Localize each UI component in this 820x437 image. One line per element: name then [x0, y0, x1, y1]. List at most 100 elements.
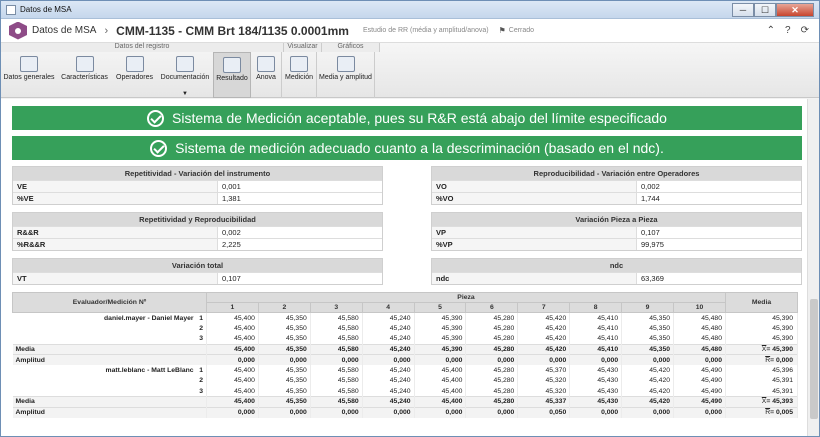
metric-row: ndc 63,369: [432, 272, 801, 284]
metric-value: 0,001: [222, 182, 241, 191]
row-media: 45,390: [725, 323, 798, 334]
amp-cell: 0,050: [517, 406, 571, 418]
media-row: Media 45,400 45,350 45,580 45,240 45,390 45,28…: [12, 343, 798, 355]
measurement-cell: 45,240: [362, 365, 415, 376]
trial-label: 2: [12, 375, 207, 386]
measurement-cell: 45,400: [206, 375, 259, 386]
media-cell: 45,480: [673, 343, 726, 355]
media-label: Media: [12, 396, 207, 407]
amp-cell: 0,000: [569, 406, 623, 418]
toolbar-chart-button[interactable]: Media y amplitud: [317, 52, 375, 98]
metric-box: Repetitividad - Variación del instrument…: [12, 166, 383, 205]
piece-number: 7: [517, 302, 571, 313]
trial-number: 2: [199, 377, 203, 385]
toolbar-item-label: Anova: [256, 74, 276, 81]
measurement-cell: 45,390: [414, 312, 467, 323]
toolbar-item-label: Operadores: [116, 74, 153, 81]
piece-number: 9: [621, 302, 675, 313]
metric-value: 63,369: [641, 274, 664, 283]
measurements-table: Evaluador/Medición Nº Pieza Media 123456…: [12, 292, 798, 418]
measurement-cell: 45,410: [569, 312, 623, 323]
table-row: 3 45,400 45,350 45,580 45,240 45,400 45,280 45,…: [12, 386, 798, 397]
toolbar-sigma-button[interactable]: Anova: [251, 52, 282, 98]
amp-summary: R= 0,000: [725, 354, 798, 365]
amp-cell: 0,000: [258, 354, 311, 365]
media-cell: 45,420: [621, 396, 675, 407]
amp-cell: 0,000: [414, 406, 467, 418]
table-row: 2 45,400 45,350 45,580 45,240 45,400 45,280 45,…: [12, 375, 798, 386]
measurement-cell: 45,350: [621, 323, 675, 334]
collapse-icon[interactable]: ⌃: [767, 25, 775, 36]
metric-value: 0,002: [641, 182, 660, 191]
amp-cell: 0,000: [569, 354, 623, 365]
toolbar-users-button[interactable]: Operadores: [112, 52, 157, 98]
media-summary: X= 45,390: [725, 343, 798, 355]
measurement-cell: 45,350: [621, 312, 675, 323]
measurement-cell: 45,400: [414, 365, 467, 376]
maximize-button[interactable]: ☐: [754, 2, 776, 17]
toolbar-folder-button[interactable]: Documentación ▼: [157, 52, 213, 98]
toolbar-clipboard-button[interactable]: Resultado: [213, 52, 251, 98]
row-media: 45,391: [725, 375, 798, 386]
window-icon: [20, 56, 38, 72]
toolbar-chart-line-button[interactable]: Características: [57, 52, 112, 98]
media-row: Media 45,400 45,350 45,580 45,240 45,400 45,28…: [12, 396, 798, 407]
measurement-cell: 45,280: [465, 386, 519, 397]
metric-label: VE: [13, 181, 218, 192]
measurement-cell: 45,280: [465, 333, 519, 344]
close-button[interactable]: ✕: [776, 2, 814, 17]
row-media: 45,391: [725, 386, 798, 397]
metric-value: 1,381: [222, 194, 241, 203]
metric-row: %R&&R 2,225: [13, 238, 382, 250]
measurement-cell: 45,430: [569, 386, 623, 397]
refresh-icon[interactable]: ⟳: [801, 25, 809, 36]
check-circle-icon: [147, 109, 165, 127]
media-summary-value: = 45,393: [766, 398, 793, 406]
measurement-cell: 45,280: [465, 375, 519, 386]
metric-box: ndc ndc 63,369: [431, 258, 802, 285]
measurement-cell: 45,490: [673, 386, 726, 397]
measurement-cell: 45,420: [621, 386, 675, 397]
metric-box-title: Reproducibilidad - Variación entre Opera…: [432, 167, 801, 180]
toolbar-group-label: Visualizar: [284, 43, 322, 52]
piece-header: Pieza: [206, 292, 726, 303]
minimize-button[interactable]: ─: [732, 2, 754, 17]
chevron-down-icon[interactable]: ▼: [182, 91, 188, 97]
measurement-cell: 45,410: [569, 323, 623, 334]
metric-box: Repetitividad y Reproducibilidad R&&R 0,00…: [12, 212, 383, 251]
amp-cell: 0,000: [310, 406, 363, 418]
metric-label: %VP: [432, 239, 637, 250]
amp-label: Amplitud: [12, 354, 207, 365]
amp-cell: 0,000: [206, 354, 259, 365]
metric-box: Variación Pieza a Pieza VP 0,107 %VP 99,975: [431, 212, 802, 251]
check-circle-icon: [150, 139, 168, 157]
media-cell: 45,410: [569, 343, 623, 355]
toolbar-window-button[interactable]: Datos generales: [1, 52, 57, 98]
help-icon[interactable]: ?: [785, 25, 791, 36]
measurement-cell: 45,420: [517, 312, 571, 323]
trial-label: matt.leblanc - Matt LeBlanc 1: [12, 365, 207, 376]
measurement-cell: 45,350: [258, 312, 311, 323]
toolbar-group-label: Datos del registro: [1, 43, 284, 52]
folder-icon: [176, 56, 194, 72]
metric-box-title: Repetitividad - Variación del instrument…: [13, 167, 382, 180]
media-summary: X= 45,393: [725, 396, 798, 407]
measurement-cell: 45,350: [258, 375, 311, 386]
measurement-cell: 45,350: [258, 365, 311, 376]
flag-icon: ⚑: [498, 26, 506, 35]
media-header: Media: [725, 292, 798, 313]
trial-label: 2: [12, 323, 207, 334]
measurement-cell: 45,420: [517, 333, 571, 344]
scrollbar-thumb[interactable]: [810, 299, 818, 419]
measurement-cell: 45,580: [310, 365, 363, 376]
amp-cell: 0,000: [310, 354, 363, 365]
trial-label: daniel.mayer - Daniel Mayer 1: [12, 312, 207, 323]
trial-number: 1: [199, 314, 203, 322]
vertical-scrollbar[interactable]: [807, 99, 819, 436]
measurement-cell: 45,400: [206, 386, 259, 397]
measurement-cell: 45,350: [258, 323, 311, 334]
toolbar-measure-button[interactable]: Medición: [282, 52, 317, 98]
amp-cell: 0,000: [673, 354, 726, 365]
metric-row: VO 0,002: [432, 180, 801, 192]
module-name[interactable]: Datos de MSA: [32, 25, 96, 36]
